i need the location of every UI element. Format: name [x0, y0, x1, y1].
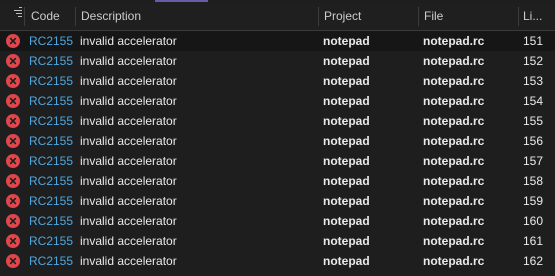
error-description: invalid accelerator	[80, 234, 177, 248]
table-row[interactable]: RC2155 invalid accelerator notepad notep…	[0, 151, 555, 171]
error-project: notepad	[323, 114, 370, 128]
error-file: notepad.rc	[423, 234, 485, 248]
error-description: invalid accelerator	[80, 94, 177, 108]
column-separator[interactable]	[518, 7, 519, 26]
error-description: invalid accelerator	[80, 134, 177, 148]
error-file: notepad.rc	[423, 174, 485, 188]
error-code-link[interactable]: RC2155	[29, 31, 73, 51]
error-line: 152	[523, 54, 544, 68]
error-rows: RC2155 invalid accelerator notepad notep…	[0, 31, 555, 271]
column-header-description[interactable]: Description	[81, 3, 311, 30]
error-code-link[interactable]: RC2155	[29, 111, 73, 131]
error-icon	[6, 114, 20, 128]
error-description: invalid accelerator	[80, 254, 177, 268]
error-code-link[interactable]: RC2155	[29, 51, 73, 71]
error-file: notepad.rc	[423, 214, 485, 228]
error-line: 153	[523, 74, 544, 88]
error-line: 162	[523, 254, 544, 268]
error-file: notepad.rc	[423, 154, 485, 168]
column-separator[interactable]	[75, 7, 76, 26]
error-file: notepad.rc	[423, 114, 485, 128]
error-description: invalid accelerator	[80, 154, 177, 168]
error-line: 161	[523, 234, 544, 248]
error-file: notepad.rc	[423, 194, 485, 208]
error-project: notepad	[323, 54, 370, 68]
error-code-link[interactable]: RC2155	[29, 71, 73, 91]
column-separator[interactable]	[318, 7, 319, 26]
error-line: 154	[523, 94, 544, 108]
error-description: invalid accelerator	[80, 54, 177, 68]
error-file: notepad.rc	[423, 54, 485, 68]
error-line: 151	[523, 34, 544, 48]
error-project: notepad	[323, 94, 370, 108]
table-row[interactable]: RC2155 invalid accelerator notepad notep…	[0, 131, 555, 151]
error-icon	[6, 174, 20, 188]
error-code-link[interactable]: RC2155	[29, 191, 73, 211]
column-header-line[interactable]: Li...	[523, 3, 553, 30]
table-row[interactable]: RC2155 invalid accelerator notepad notep…	[0, 251, 555, 271]
column-header-project[interactable]: Project	[324, 3, 414, 30]
error-icon	[6, 94, 20, 108]
error-icon	[6, 254, 20, 268]
table-row[interactable]: RC2155 invalid accelerator notepad notep…	[0, 191, 555, 211]
error-file: notepad.rc	[423, 34, 485, 48]
table-row[interactable]: RC2155 invalid accelerator notepad notep…	[0, 111, 555, 131]
error-list: Code Description Project File Li... RC21…	[0, 3, 555, 276]
error-line: 155	[523, 114, 544, 128]
error-file: notepad.rc	[423, 74, 485, 88]
error-description: invalid accelerator	[80, 214, 177, 228]
error-project: notepad	[323, 154, 370, 168]
error-project: notepad	[323, 214, 370, 228]
error-icon	[6, 234, 20, 248]
error-line: 158	[523, 174, 544, 188]
error-code-link[interactable]: RC2155	[29, 211, 73, 231]
error-line: 160	[523, 214, 544, 228]
error-line: 159	[523, 194, 544, 208]
error-file: notepad.rc	[423, 134, 485, 148]
column-separator[interactable]	[24, 7, 25, 26]
table-row[interactable]: RC2155 invalid accelerator notepad notep…	[0, 31, 555, 51]
table-row[interactable]: RC2155 invalid accelerator notepad notep…	[0, 71, 555, 91]
error-file: notepad.rc	[423, 254, 485, 268]
error-code-link[interactable]: RC2155	[29, 151, 73, 171]
error-code-link[interactable]: RC2155	[29, 231, 73, 251]
error-icon	[6, 154, 20, 168]
table-row[interactable]: RC2155 invalid accelerator notepad notep…	[0, 91, 555, 111]
table-row[interactable]: RC2155 invalid accelerator notepad notep…	[0, 171, 555, 191]
error-file: notepad.rc	[423, 94, 485, 108]
column-header-row: Code Description Project File Li...	[0, 3, 555, 31]
table-row[interactable]: RC2155 invalid accelerator notepad notep…	[0, 231, 555, 251]
error-project: notepad	[323, 194, 370, 208]
error-description: invalid accelerator	[80, 194, 177, 208]
error-icon	[6, 34, 20, 48]
error-line: 156	[523, 134, 544, 148]
error-code-link[interactable]: RC2155	[29, 171, 73, 191]
error-icon	[6, 54, 20, 68]
column-separator[interactable]	[418, 7, 419, 26]
error-project: notepad	[323, 134, 370, 148]
table-row[interactable]: RC2155 invalid accelerator notepad notep…	[0, 211, 555, 231]
error-icon	[6, 194, 20, 208]
error-project: notepad	[323, 254, 370, 268]
table-row[interactable]: RC2155 invalid accelerator notepad notep…	[0, 51, 555, 71]
error-description: invalid accelerator	[80, 114, 177, 128]
error-code-link[interactable]: RC2155	[29, 91, 73, 111]
error-icon	[6, 74, 20, 88]
error-description: invalid accelerator	[80, 74, 177, 88]
error-project: notepad	[323, 34, 370, 48]
error-code-link[interactable]: RC2155	[29, 251, 73, 271]
error-project: notepad	[323, 174, 370, 188]
column-header-file[interactable]: File	[424, 3, 514, 30]
filter-icon[interactable]	[10, 7, 24, 19]
error-description: invalid accelerator	[80, 34, 177, 48]
error-project: notepad	[323, 234, 370, 248]
error-code-link[interactable]: RC2155	[29, 131, 73, 151]
error-description: invalid accelerator	[80, 174, 177, 188]
error-icon	[6, 214, 20, 228]
error-project: notepad	[323, 74, 370, 88]
active-tab-indicator	[155, 0, 208, 2]
error-line: 157	[523, 154, 544, 168]
error-icon	[6, 134, 20, 148]
column-header-code[interactable]: Code	[31, 3, 71, 30]
